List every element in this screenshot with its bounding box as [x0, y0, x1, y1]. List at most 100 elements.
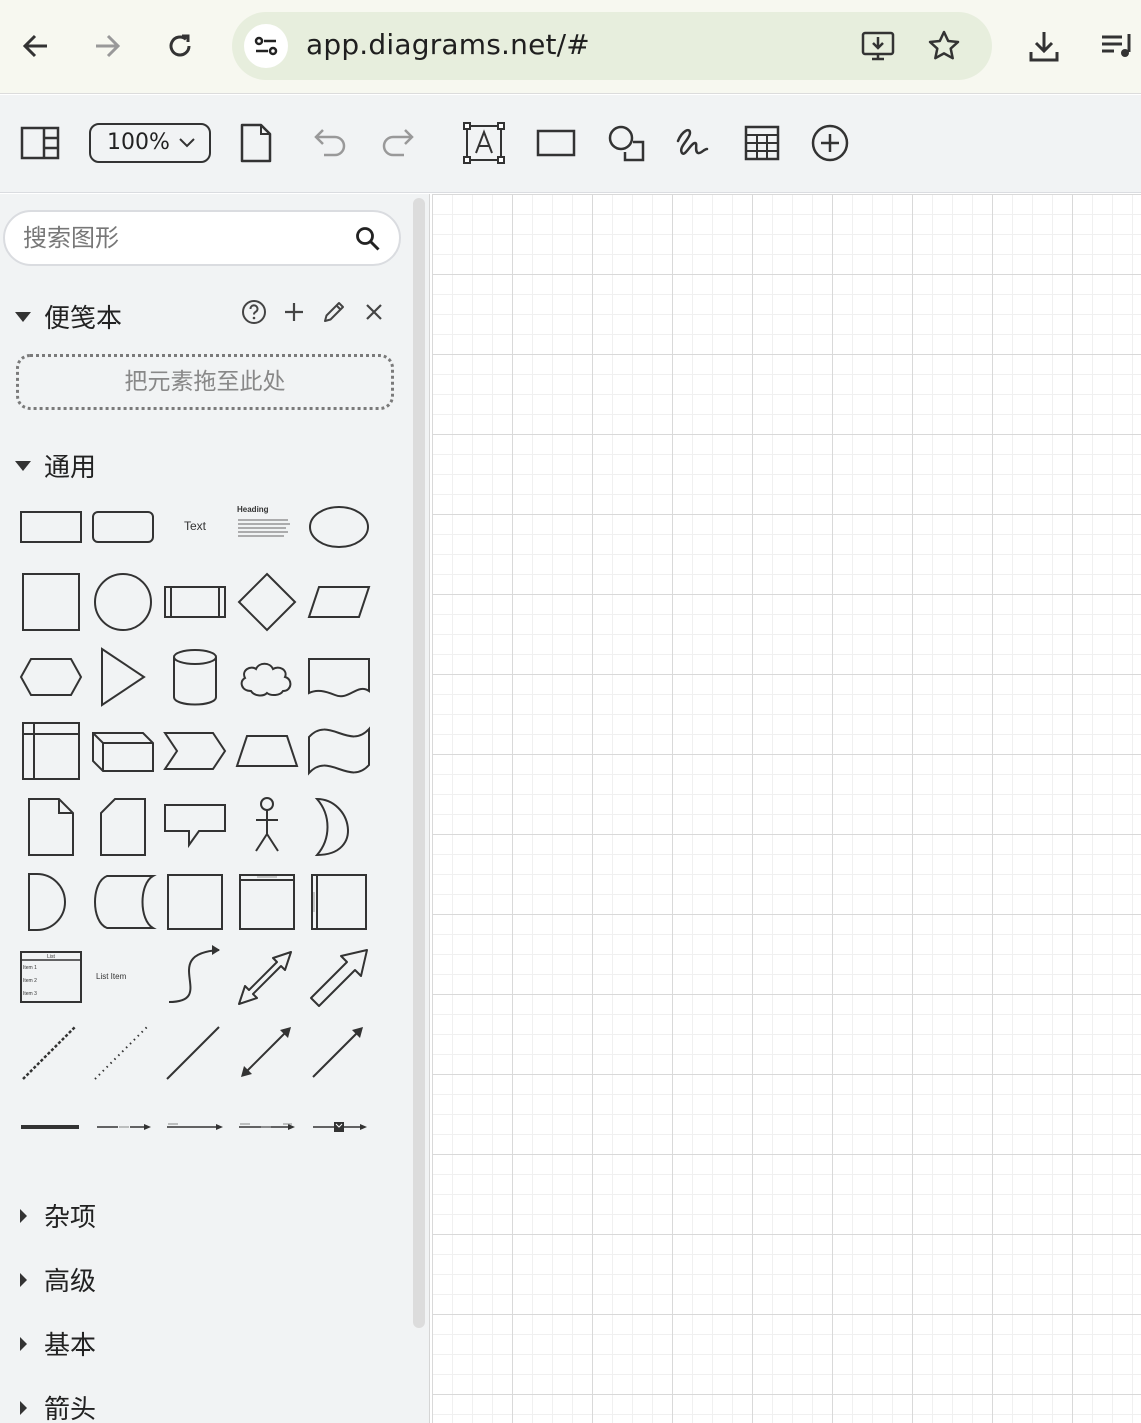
site-settings-icon	[254, 36, 278, 56]
shape-circle[interactable]	[87, 566, 159, 638]
caret-right-icon	[20, 1336, 27, 1351]
shape-connector-with-3-labels[interactable]	[231, 1090, 303, 1162]
shape-list[interactable]: List Item 1 Item 2 Item 3	[15, 940, 87, 1012]
shape-note[interactable]	[15, 791, 87, 863]
shape-trapezoid[interactable]	[231, 715, 303, 787]
undo-button[interactable]	[308, 123, 352, 163]
basic-section-header[interactable]: 基本	[14, 1325, 96, 1362]
caret-right-icon	[20, 1208, 27, 1223]
address-bar[interactable]: app.diagrams.net/#	[232, 12, 992, 80]
scratchpad-add-button[interactable]	[280, 298, 308, 326]
shape-dotted-line[interactable]	[87, 1015, 159, 1087]
shape-hexagon[interactable]	[15, 641, 87, 713]
downloads-button[interactable]	[1020, 22, 1068, 70]
back-arrow-icon	[22, 34, 47, 58]
shape-heading-textbox[interactable]: Heading	[231, 490, 303, 562]
install-app-icon	[861, 31, 895, 61]
shape-horizontal-pool[interactable]	[303, 866, 375, 938]
url-text[interactable]: app.diagrams.net/#	[306, 28, 590, 61]
insert-more-button[interactable]	[808, 121, 852, 165]
list-item-shape-label: List Item	[96, 972, 127, 981]
general-section-header[interactable]: 通用	[14, 447, 96, 484]
rectangle-icon	[536, 129, 576, 157]
advanced-section-header[interactable]: 高级	[14, 1261, 96, 1298]
zoom-select[interactable]: 100%	[89, 123, 211, 163]
shape-cube[interactable]	[87, 715, 159, 787]
bookmark-button[interactable]	[926, 28, 962, 68]
scratchpad-title: 便笺本	[44, 304, 123, 334]
shape-container[interactable]	[159, 866, 231, 938]
shape-connector-with-label[interactable]	[87, 1090, 159, 1162]
shape-card[interactable]	[87, 791, 159, 863]
shape-text[interactable]: Text	[159, 490, 231, 562]
shape-list-item[interactable]: List Item	[87, 940, 159, 1012]
page-button[interactable]	[236, 121, 276, 165]
search-icon[interactable]	[355, 226, 381, 252]
shape-and[interactable]	[15, 866, 87, 938]
download-icon	[1029, 32, 1059, 62]
shape-tape[interactable]	[303, 715, 375, 787]
back-button[interactable]	[12, 22, 60, 70]
shape-or[interactable]	[303, 791, 375, 863]
page-icon	[240, 123, 272, 163]
shape-data-storage[interactable]	[87, 866, 159, 938]
scratchpad-help-button[interactable]	[240, 298, 268, 326]
shape-rounded-rectangle[interactable]	[87, 490, 159, 562]
format-panel-toggle[interactable]	[18, 123, 62, 163]
arrows-section-header[interactable]: 箭头	[14, 1389, 96, 1423]
shape-connector-with-symbol[interactable]	[303, 1090, 375, 1162]
shape-step[interactable]	[159, 715, 231, 787]
shape-ellipse[interactable]	[303, 490, 375, 562]
shape-internal-storage[interactable]	[15, 715, 87, 787]
scratchpad-edit-button[interactable]	[320, 298, 348, 326]
site-settings-button[interactable]	[244, 24, 288, 68]
shape-curved-arrow[interactable]	[159, 940, 231, 1012]
shape-parallelogram[interactable]	[303, 566, 375, 638]
shape-rectangle[interactable]	[15, 490, 87, 562]
redo-button[interactable]	[376, 123, 420, 163]
shape-vertical-pool[interactable]	[231, 866, 303, 938]
shape-cloud[interactable]	[231, 641, 303, 713]
shape-triangle[interactable]	[87, 641, 159, 713]
misc-section-header[interactable]: 杂项	[14, 1197, 96, 1234]
freehand-button[interactable]	[672, 121, 716, 165]
shape-document[interactable]	[303, 641, 375, 713]
forward-button[interactable]	[83, 22, 131, 70]
shape-process[interactable]	[159, 566, 231, 638]
shape-bidirectional-arrow[interactable]	[231, 1015, 303, 1087]
shape-directional-arrow[interactable]	[303, 1015, 375, 1087]
scratchpad-dropzone[interactable]: 把元素拖至此处	[16, 354, 394, 410]
app-toolbar: 100%	[0, 95, 1141, 193]
scratchpad-close-button[interactable]	[360, 298, 388, 326]
shape-bidirectional-block-arrow[interactable]	[231, 940, 303, 1012]
shapes-icon	[608, 125, 645, 162]
scratchpad-header[interactable]: 便笺本	[14, 298, 122, 335]
shape-connector-with-2-labels[interactable]	[159, 1090, 231, 1162]
reload-button[interactable]	[156, 22, 204, 70]
close-icon	[366, 304, 382, 320]
insert-table-button[interactable]	[740, 121, 784, 165]
shape-dashed-line[interactable]	[15, 1015, 87, 1087]
shape-callout[interactable]	[159, 791, 231, 863]
diagram-canvas[interactable]	[432, 194, 1141, 1423]
shape-heading-label: Heading	[237, 505, 269, 514]
shape-search[interactable]	[3, 210, 401, 266]
plus-icon	[285, 303, 303, 321]
shape-square[interactable]	[15, 566, 87, 638]
shape-line[interactable]	[159, 1015, 231, 1087]
shape-actor[interactable]	[231, 791, 303, 863]
install-app-button[interactable]	[860, 28, 896, 68]
shape-diamond[interactable]	[231, 566, 303, 638]
insert-rectangle-button[interactable]	[534, 125, 578, 161]
text-box-icon	[463, 122, 505, 164]
caret-down-icon	[15, 311, 31, 322]
shape-cylinder[interactable]	[159, 641, 231, 713]
list-item-2-label: Item 2	[23, 978, 37, 984]
search-input[interactable]	[23, 222, 343, 254]
reading-list-button[interactable]	[1093, 22, 1141, 70]
sidebar-scrollbar[interactable]	[413, 198, 425, 1328]
insert-shapes-button[interactable]	[604, 121, 648, 165]
shape-link[interactable]	[15, 1090, 87, 1162]
insert-text-button[interactable]	[461, 121, 507, 165]
shape-block-arrow[interactable]	[303, 940, 375, 1012]
